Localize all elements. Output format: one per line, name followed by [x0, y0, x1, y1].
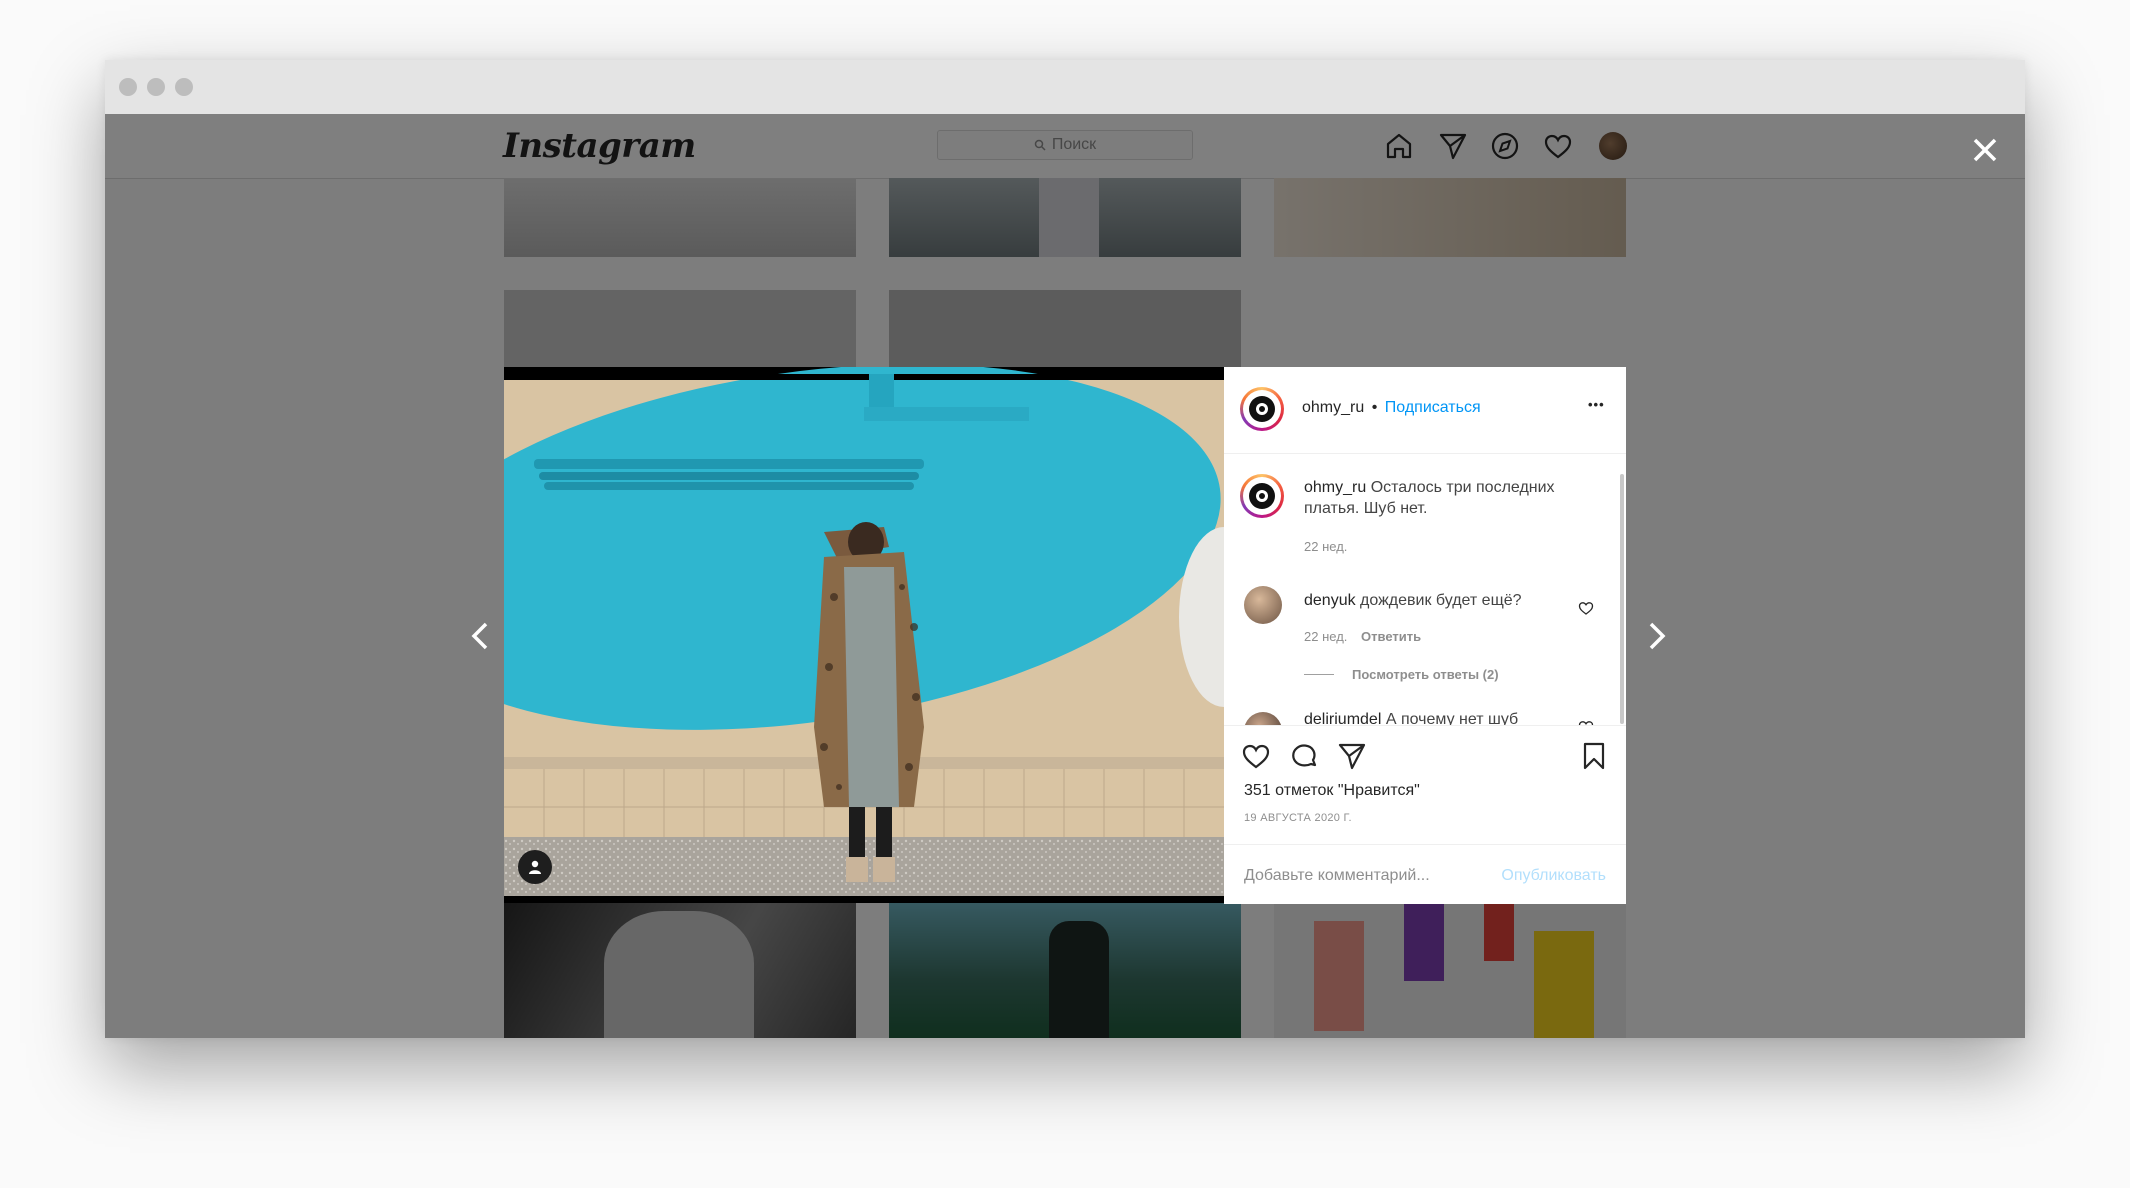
minimize-window-dot[interactable] [147, 78, 165, 96]
post-photo-illustration [504, 367, 1224, 903]
likes-count[interactable]: 351 отметок "Нравится" [1244, 782, 1420, 800]
post-image[interactable] [504, 367, 1224, 903]
chevron-right-icon[interactable] [1636, 616, 1676, 656]
tagged-user-icon[interactable] [518, 850, 552, 884]
post-header: ohmy_ru • Подписаться ••• [1224, 367, 1626, 454]
like-heart-icon[interactable] [1240, 740, 1272, 772]
comment-username[interactable]: deliriumdel [1304, 711, 1381, 725]
comment-text: deliriumdel А почему нет шуб [1304, 711, 1518, 725]
save-bookmark-icon[interactable] [1578, 740, 1610, 772]
close-icon[interactable] [1965, 130, 2005, 170]
publish-button[interactable]: Опубликовать [1501, 867, 1606, 885]
comment-like-heart-icon[interactable] [1578, 600, 1594, 616]
comment-bubble-icon[interactable] [1288, 740, 1320, 772]
caption-text: ohmy_ru Осталось три последних платья. Ш… [1304, 477, 1594, 519]
add-comment-bar: Добавьте комментарий... Опубликовать [1224, 844, 1626, 905]
caption-username[interactable]: ohmy_ru [1304, 479, 1366, 496]
maximize-window-dot[interactable] [175, 78, 193, 96]
more-options-icon[interactable]: ••• [1588, 397, 1605, 412]
post-side-panel: ohmy_ru • Подписаться ••• ohmy_ru Остало… [1224, 367, 1626, 904]
reply-button[interactable]: Ответить [1361, 629, 1421, 644]
comment-input[interactable]: Добавьте комментарий... [1244, 867, 1430, 885]
follow-button[interactable]: Подписаться [1385, 399, 1481, 416]
chevron-left-icon[interactable] [461, 616, 501, 656]
separator-dot: • [1371, 399, 1378, 416]
view-replies-button[interactable]: Посмотреть ответы (2) [1304, 667, 1499, 682]
post-actions: 351 отметок "Нравится" 19 АВГУСТА 2020 Г… [1224, 725, 1626, 904]
comment-username[interactable]: denyuk [1304, 592, 1356, 609]
comment-body: дождевик будет ещё? [1360, 592, 1522, 609]
caption-author-avatar[interactable] [1240, 474, 1284, 518]
comment-text: denyuk дождевик будет ещё? [1304, 592, 1522, 610]
commenter-avatar[interactable] [1244, 586, 1282, 624]
author-username[interactable]: ohmy_ru [1302, 399, 1364, 416]
caption-time: 22 нед. [1304, 539, 1348, 554]
post-date: 19 АВГУСТА 2020 Г. [1244, 812, 1352, 824]
comments-section[interactable]: ohmy_ru Осталось три последних платья. Ш… [1224, 454, 1626, 725]
page-content: Instagram Поиск [105, 114, 2025, 1038]
comment-meta: 22 нед. Ответить [1304, 629, 1421, 644]
window-titlebar [105, 60, 2025, 114]
comment-body: А почему нет шуб [1385, 711, 1519, 725]
share-direct-icon[interactable] [1336, 740, 1368, 772]
comments-scrollbar[interactable] [1620, 474, 1624, 724]
browser-window: Instagram Поиск [105, 60, 2025, 1038]
comment-time: 22 нед. [1304, 629, 1348, 644]
close-window-dot[interactable] [119, 78, 137, 96]
author-avatar[interactable] [1240, 387, 1284, 431]
commenter-avatar[interactable] [1244, 712, 1282, 725]
